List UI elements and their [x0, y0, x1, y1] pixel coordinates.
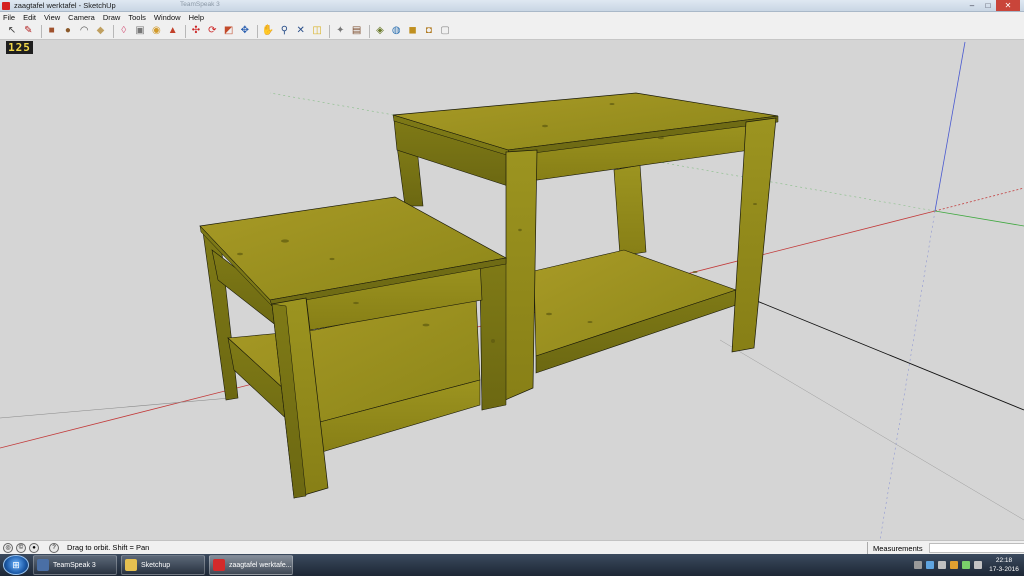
toolbar-separator — [112, 24, 114, 38]
ground-guide-bottom — [719, 339, 1024, 521]
task-sketchup-folder-icon — [125, 559, 137, 571]
window-controls: – □ ✕ — [964, 0, 1020, 11]
move-tool[interactable]: ✣ — [189, 24, 203, 38]
menu-draw[interactable]: Draw — [103, 13, 121, 22]
menu-tools[interactable]: Tools — [128, 13, 146, 22]
toolbar-separator — [257, 24, 259, 38]
sign-in-icon[interactable]: ● — [29, 542, 39, 553]
ground-guide-right — [729, 289, 1024, 411]
red-axis-dotted — [934, 187, 1024, 212]
eraser-tool[interactable]: ◊ — [117, 24, 131, 38]
pencil-tool[interactable]: ✎ — [21, 24, 35, 38]
measurements-input[interactable] — [928, 543, 1024, 553]
tray-icon[interactable] — [974, 561, 982, 569]
rotate-tool[interactable]: ⟳ — [205, 24, 219, 38]
orbit-tool[interactable]: ✥ — [238, 24, 252, 38]
task-label: TeamSpeak 3 — [53, 561, 96, 569]
minimize-button[interactable]: – — [964, 0, 980, 11]
component-tool[interactable]: ◼ — [406, 24, 420, 38]
tray-icon[interactable] — [938, 561, 946, 569]
toolbar-separator — [184, 24, 186, 38]
task-teamspeak[interactable]: TeamSpeak 3 — [33, 555, 117, 575]
tray-icon[interactable] — [926, 561, 934, 569]
make-component-tool[interactable]: ◆ — [93, 24, 107, 38]
maximize-button[interactable]: □ — [980, 0, 996, 11]
credits-icon[interactable]: © — [16, 542, 26, 553]
start-button[interactable]: ⊞ — [3, 555, 29, 575]
tall-back-right-leg[interactable] — [613, 164, 647, 257]
task-teamspeak-icon — [37, 559, 49, 571]
pan-tool[interactable]: ✋ — [261, 24, 275, 38]
task-sketchup-window[interactable]: zaagtafel werktafe... — [209, 555, 293, 575]
arc-tool[interactable]: ◠ — [77, 24, 91, 38]
help-icon[interactable]: ? — [49, 542, 59, 553]
task-label: zaagtafel werktafe... — [229, 561, 292, 569]
tray-icon[interactable] — [962, 561, 970, 569]
tall-front-right-leg[interactable] — [731, 117, 777, 353]
sketchup-app-icon[interactable] — [2, 1, 10, 10]
menu-window[interactable]: Window — [154, 13, 181, 22]
toolbar-separator — [329, 24, 331, 38]
measurements-box: Measurements — [867, 542, 1024, 554]
modeling-viewport[interactable] — [0, 40, 1024, 540]
tray-icon[interactable] — [914, 561, 922, 569]
close-button[interactable]: ✕ — [996, 0, 1020, 11]
menu-bar: File Edit View Camera Draw Tools Window … — [0, 12, 1024, 23]
previous-view-tool[interactable]: ◫ — [310, 24, 324, 38]
task-sketchup-window-icon — [213, 559, 225, 571]
sketchup-window: zaagtafel werktafel - SketchUp TeamSpeak… — [0, 0, 1024, 576]
push-pull-tool[interactable]: ▲ — [166, 24, 180, 38]
green-axis — [934, 210, 1024, 227]
menu-view[interactable]: View — [44, 13, 60, 22]
background-window-title: TeamSpeak 3 — [180, 1, 220, 8]
tape-measure-tool[interactable]: ▣ — [133, 24, 147, 38]
ground-guide-left — [0, 397, 231, 419]
status-hint: Drag to orbit. Shift = Pan — [67, 543, 150, 552]
menu-help[interactable]: Help — [189, 13, 204, 22]
zoom-tool[interactable]: ⚲ — [277, 24, 291, 38]
blue-axis — [934, 41, 966, 212]
extension-tool[interactable]: ◘ — [422, 24, 436, 38]
measurements-label: Measurements — [873, 543, 923, 553]
task-sketchup-folder[interactable]: Sketchup — [121, 555, 205, 575]
blue-axis-dotted — [879, 210, 936, 540]
zoom-extents-tool[interactable]: ✕ — [294, 24, 308, 38]
geo-location-tool[interactable]: ◍ — [389, 24, 403, 38]
share-model-tool[interactable]: ◈ — [373, 24, 387, 38]
task-label: Sketchup — [141, 561, 171, 569]
clock-date: 17-3-2016 — [989, 566, 1019, 573]
circle-tool[interactable]: ● — [61, 24, 75, 38]
paint-bucket-tool[interactable]: ◉ — [149, 24, 163, 38]
styles-tool[interactable]: ▢ — [438, 24, 452, 38]
offset-tool[interactable]: ◩ — [222, 24, 236, 38]
model-scene[interactable] — [0, 40, 1024, 540]
window-title: zaagtafel werktafel - SketchUp — [14, 1, 116, 10]
menu-camera[interactable]: Camera — [68, 13, 95, 22]
title-bar: zaagtafel werktafel - SketchUp TeamSpeak… — [0, 0, 1024, 12]
toolbar-separator — [368, 24, 370, 38]
system-tray — [914, 554, 986, 576]
menu-file[interactable]: File — [3, 13, 15, 22]
clock-time: 22:18 — [995, 557, 1013, 564]
tall-front-center-leg-side[interactable] — [479, 261, 507, 411]
taskbar-clock[interactable]: 22:18 17-3-2016 — [986, 556, 1022, 574]
windows-logo-icon: ⊞ — [12, 559, 20, 570]
main-toolbar: ↖ ✎ ■ ● ◠ ◆ ◊ ▣ ◉ ▲ ✣ ⟳ ◩ ✥ ✋ ⚲ ✕ ◫ ✦ ▤ ◈ ◍ ◼ ◘ ▢ — [0, 23, 1024, 40]
rectangle-tool[interactable]: ■ — [45, 24, 59, 38]
select-tool[interactable]: ↖ — [5, 24, 19, 38]
geo-location-icon[interactable]: ◎ — [3, 542, 13, 553]
tray-icon[interactable] — [950, 561, 958, 569]
next-view-tool[interactable]: ✦ — [333, 24, 347, 38]
3d-warehouse-tool[interactable]: ▤ — [350, 24, 364, 38]
menu-edit[interactable]: Edit — [23, 13, 36, 22]
toolbar-separator — [40, 24, 42, 38]
status-bar: ◎ © ● ? Drag to orbit. Shift = Pan Measu… — [0, 540, 1024, 554]
scale-indicator: 125 — [6, 41, 33, 54]
windows-taskbar: ⊞ TeamSpeak 3 Sketchup zaagtafel werktafe.… — [0, 554, 1024, 576]
